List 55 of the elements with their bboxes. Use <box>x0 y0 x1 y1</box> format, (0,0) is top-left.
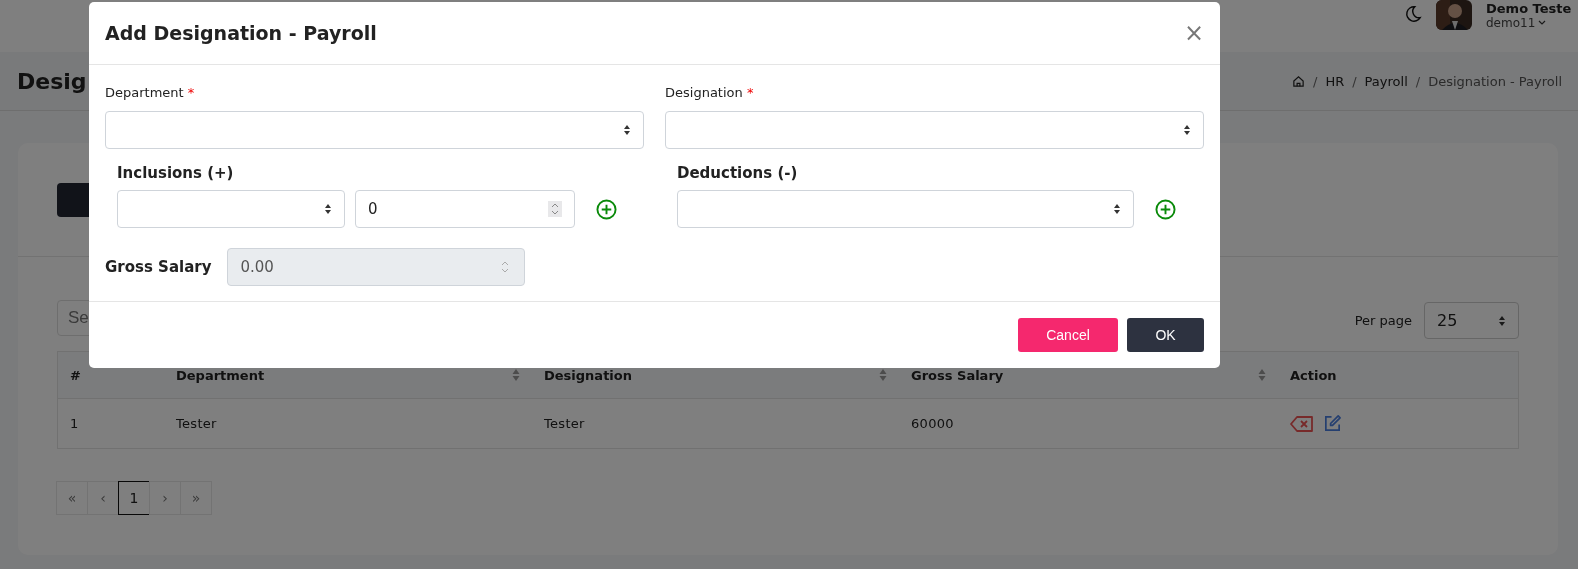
ok-button[interactable]: OK <box>1127 318 1204 352</box>
column-header[interactable]: # <box>70 367 81 383</box>
sort-icon[interactable] <box>1258 368 1266 382</box>
number-field[interactable]: 0 <box>355 190 575 228</box>
close-button[interactable]: × <box>1183 19 1204 47</box>
column-header[interactable]: Gross Salary <box>911 367 1004 383</box>
sort-icon[interactable] <box>512 368 520 382</box>
spinner-icon[interactable] <box>548 201 562 217</box>
select-arrows-icon <box>623 124 631 136</box>
table-cell: Tester <box>544 416 585 431</box>
select-field[interactable] <box>665 111 1204 149</box>
column-header[interactable]: Department <box>176 367 265 383</box>
section-label: Inclusions (+) <box>117 164 235 182</box>
moon-icon[interactable] <box>1404 5 1422 23</box>
field-label: Gross Salary <box>105 258 212 276</box>
home-icon[interactable] <box>1292 74 1305 88</box>
cancel-button[interactable]: Cancel <box>1018 318 1118 352</box>
delete-icon[interactable] <box>1290 414 1314 433</box>
modal-title: Add Designation - Payroll <box>105 22 377 44</box>
column-header[interactable]: Designation <box>544 367 632 383</box>
breadcrumb-separator: / <box>1415 73 1421 89</box>
per-page-label: Per page <box>1354 313 1412 328</box>
page-button[interactable]: « <box>56 481 88 515</box>
username-dropdown[interactable]: demo11 <box>1486 16 1578 30</box>
breadcrumb-link[interactable]: HR <box>1325 73 1345 89</box>
page-button[interactable]: 1 <box>118 481 150 515</box>
table-cell: 60000 <box>911 416 954 431</box>
section-label: Deductions (-) <box>677 164 799 182</box>
page-title: Desig <box>17 68 87 94</box>
edit-icon[interactable] <box>1323 414 1342 433</box>
breadcrumb-current: Designation - Payroll <box>1428 73 1562 89</box>
select-arrows-icon <box>1498 314 1506 327</box>
add-icon[interactable] <box>1155 198 1176 220</box>
field-label: Designation * <box>665 85 755 100</box>
select-field[interactable] <box>677 190 1134 228</box>
sort-icon[interactable] <box>879 368 887 382</box>
breadcrumb-separator: / <box>1352 73 1357 89</box>
add-icon[interactable] <box>596 198 617 220</box>
user-name: Demo Teste <box>1486 1 1573 16</box>
field-label: Department * <box>105 85 196 100</box>
page-button[interactable]: › <box>149 481 181 515</box>
select-arrows-icon <box>1113 203 1121 215</box>
column-header[interactable]: Action <box>1290 367 1337 383</box>
select-arrows-icon <box>1183 124 1191 136</box>
select-field[interactable] <box>105 111 644 149</box>
per-page-select[interactable]: 25 <box>1424 302 1519 339</box>
breadcrumb-separator: / <box>1313 73 1318 89</box>
chevron-icon <box>1538 20 1547 26</box>
table-cell: 1 <box>70 416 79 431</box>
table-cell: Tester <box>176 416 217 431</box>
select-arrows-icon <box>324 203 332 215</box>
page-button[interactable]: ‹ <box>87 481 119 515</box>
page-button[interactable]: » <box>180 481 212 515</box>
select-field[interactable] <box>117 190 345 228</box>
breadcrumb-link[interactable]: Payroll <box>1364 73 1408 89</box>
